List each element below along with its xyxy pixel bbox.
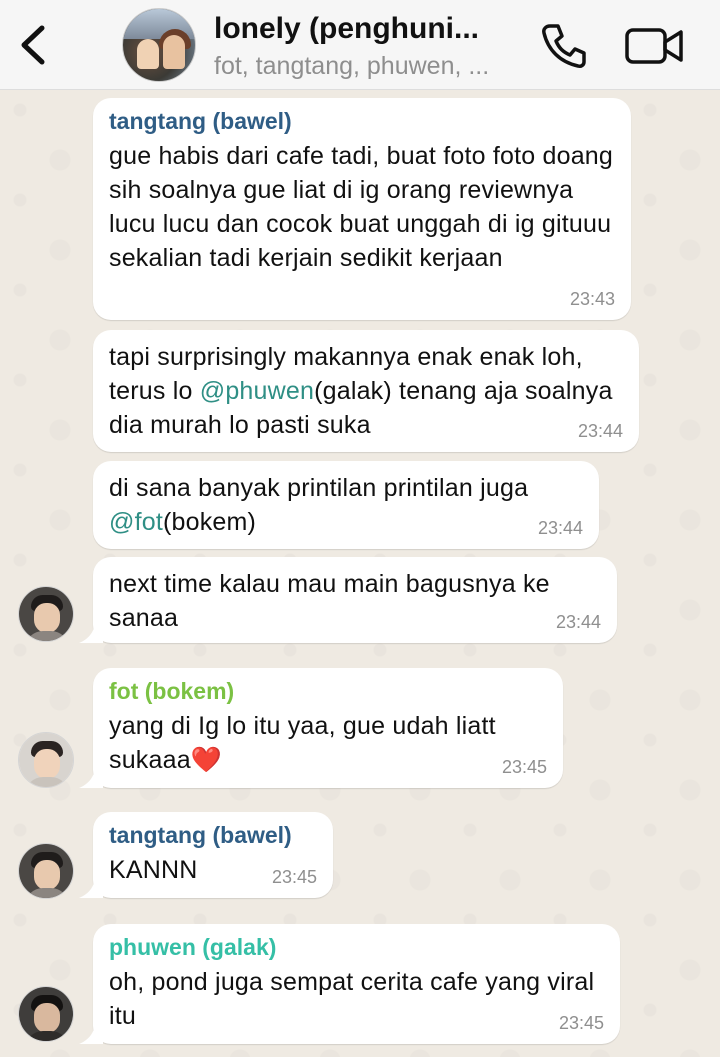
avatar-phuwen[interactable] bbox=[18, 986, 74, 1042]
bubble-tail bbox=[79, 876, 103, 898]
avatar-tangtang[interactable] bbox=[18, 586, 74, 642]
bubble-tail bbox=[79, 621, 103, 643]
message-time: 23:45 bbox=[558, 1013, 604, 1033]
message-bubble[interactable]: di sana banyak printilan printilan juga … bbox=[93, 461, 599, 549]
message-text: next time kalau mau main bagusnya ke san… bbox=[109, 570, 550, 632]
mention-link[interactable]: @fot bbox=[109, 508, 163, 536]
message-bubble[interactable]: tangtang (bawel) gue habis dari cafe tad… bbox=[93, 98, 631, 320]
sender-name: tangtang (bawel) bbox=[109, 108, 292, 134]
group-avatar[interactable] bbox=[122, 8, 196, 82]
message-bubble[interactable]: fot (bokem) yang di Ig lo itu yaa, gue u… bbox=[79, 668, 563, 788]
phone-icon[interactable] bbox=[540, 22, 588, 70]
heart-emoji: ❤️ bbox=[190, 746, 223, 774]
message-bubble[interactable]: tangtang (bawel) KANNN 23:45 bbox=[79, 812, 333, 898]
bubble-tail bbox=[79, 766, 103, 788]
message-time: 23:43 bbox=[569, 289, 615, 309]
video-camera-icon[interactable] bbox=[624, 26, 686, 66]
message-text: oh, pond juga sempat cerita cafe yang vi… bbox=[109, 968, 595, 1030]
message-text: yang di Ig lo itu yaa, gue udah liatt su… bbox=[109, 712, 496, 774]
mention-link[interactable]: @phuwen bbox=[200, 377, 314, 405]
message-text: tapi surprisingly makannya enak enak loh… bbox=[109, 343, 613, 439]
message-time: 23:44 bbox=[537, 518, 583, 538]
chevron-left-icon[interactable] bbox=[14, 22, 54, 68]
message-time: 23:44 bbox=[577, 421, 623, 441]
message-time: 23:45 bbox=[271, 867, 317, 887]
avatar-tangtang[interactable] bbox=[18, 843, 74, 899]
sender-name: tangtang (bawel) bbox=[109, 822, 292, 848]
avatar-fot[interactable] bbox=[18, 732, 74, 788]
message-time: 23:44 bbox=[555, 612, 601, 632]
message-bubble[interactable]: tapi surprisingly makannya enak enak loh… bbox=[93, 330, 639, 452]
sender-name: phuwen (galak) bbox=[109, 934, 277, 960]
sender-name: fot (bokem) bbox=[109, 678, 235, 704]
message-bubble[interactable]: next time kalau mau main bagusnya ke san… bbox=[79, 557, 617, 643]
bubble-tail bbox=[79, 1022, 103, 1044]
message-text: gue habis dari cafe tadi, buat foto foto… bbox=[109, 142, 614, 272]
chat-header: lonely (penghuni... fot, tangtang, phuwe… bbox=[0, 0, 720, 90]
message-bubble[interactable]: phuwen (galak) oh, pond juga sempat ceri… bbox=[79, 924, 620, 1044]
message-time: 23:45 bbox=[501, 757, 547, 777]
chat-members[interactable]: fot, tangtang, phuwen, ... bbox=[214, 52, 514, 81]
message-text: di sana banyak printilan printilan juga … bbox=[109, 474, 529, 536]
chat-title[interactable]: lonely (penghuni... bbox=[214, 12, 514, 46]
